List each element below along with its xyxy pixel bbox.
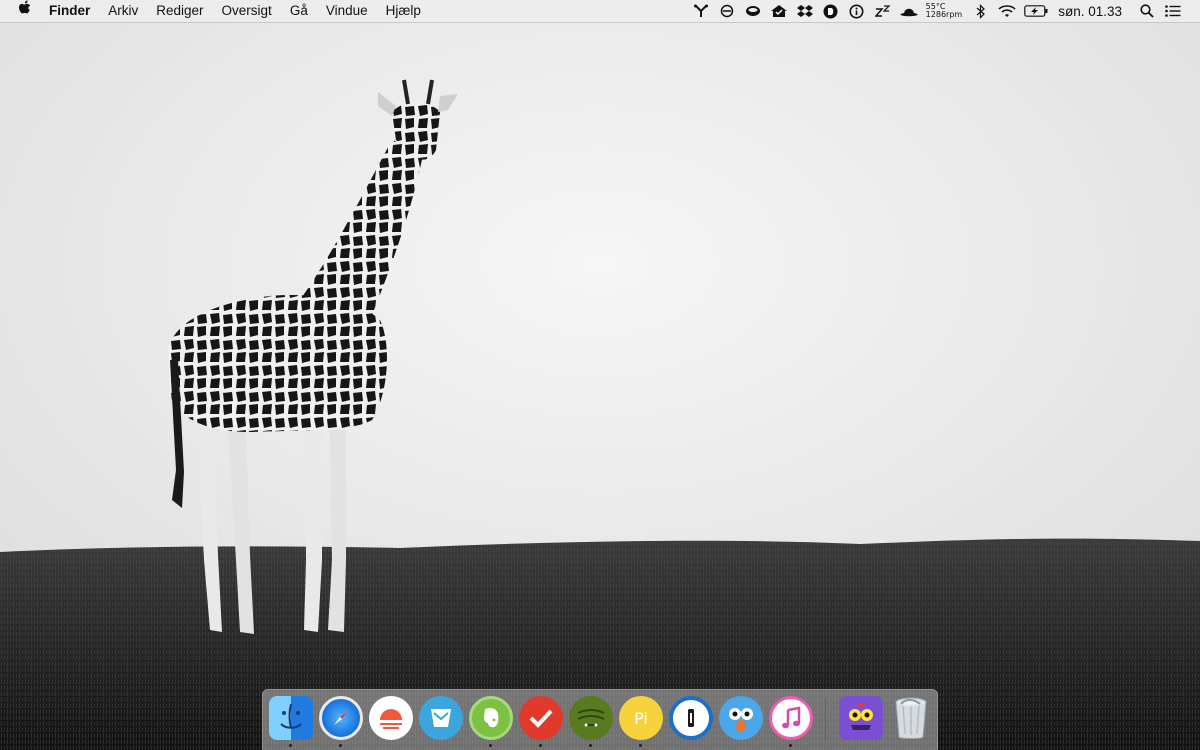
apple-menu-icon[interactable]: [0, 0, 40, 22]
bowler-hat-icon[interactable]: [898, 0, 920, 22]
dock-separator: [825, 698, 826, 740]
running-indicator: [589, 744, 592, 747]
desktop-wallpaper: [0, 0, 1200, 750]
notification-center-icon[interactable]: [1162, 0, 1184, 22]
running-indicator: [289, 744, 292, 747]
menu-ga[interactable]: Gå: [281, 0, 317, 22]
branch-status-icon[interactable]: [690, 0, 712, 22]
dock-tweetbot-icon[interactable]: [719, 696, 763, 740]
menu-app-name[interactable]: Finder: [40, 0, 99, 22]
menu-oversigt[interactable]: Oversigt: [213, 0, 281, 22]
menu-vindue[interactable]: Vindue: [317, 0, 377, 22]
dock-monster-icon[interactable]: [839, 696, 883, 740]
dropbox-icon[interactable]: [794, 0, 816, 22]
running-indicator: [489, 744, 492, 747]
dock-pi-icon[interactable]: Pi: [619, 696, 663, 740]
menu-clock[interactable]: søn. 01.33: [1058, 4, 1122, 19]
menu-hjaelp[interactable]: Hjælp: [377, 0, 430, 22]
info-icon[interactable]: [846, 0, 868, 22]
battery-icon[interactable]: [1022, 0, 1050, 22]
dock: Pi: [262, 689, 938, 750]
spotlight-search-icon[interactable]: [1136, 0, 1158, 22]
dock-sparrow-icon[interactable]: [569, 696, 613, 740]
running-indicator: [339, 744, 342, 747]
running-indicator: [539, 744, 542, 747]
dock-onepassword-icon[interactable]: [669, 696, 713, 740]
coffee-cup-icon[interactable]: [742, 0, 764, 22]
dock-safari-icon[interactable]: [319, 696, 363, 740]
d-badge-icon[interactable]: [820, 0, 842, 22]
menu-rediger[interactable]: Rediger: [147, 0, 212, 22]
dock-itunes-icon[interactable]: [769, 696, 813, 740]
wifi-icon[interactable]: [996, 0, 1018, 22]
dock-sunrise-icon[interactable]: [369, 696, 413, 740]
bluetooth-icon[interactable]: [970, 0, 992, 22]
dock-airmail-icon[interactable]: [419, 696, 463, 740]
temperature-readout[interactable]: 55°C 1286rpm: [925, 2, 963, 20]
dock-wunderlist-icon[interactable]: [519, 696, 563, 740]
menu-bar: Finder Arkiv Rediger Oversigt Gå Vindue …: [0, 0, 1200, 23]
dock-finder-icon[interactable]: [269, 696, 313, 740]
do-not-disturb-icon[interactable]: [716, 0, 738, 22]
running-indicator: [789, 744, 792, 747]
fan-speed-value: 1286rpm: [925, 10, 963, 19]
pi-label: Pi: [634, 708, 648, 728]
dock-trash-icon[interactable]: [889, 696, 933, 740]
sleep-zz-icon[interactable]: [872, 0, 894, 22]
menu-arkiv[interactable]: Arkiv: [99, 0, 147, 22]
home-check-icon[interactable]: [768, 0, 790, 22]
dock-evernote-icon[interactable]: [469, 696, 513, 740]
running-indicator: [639, 744, 642, 747]
